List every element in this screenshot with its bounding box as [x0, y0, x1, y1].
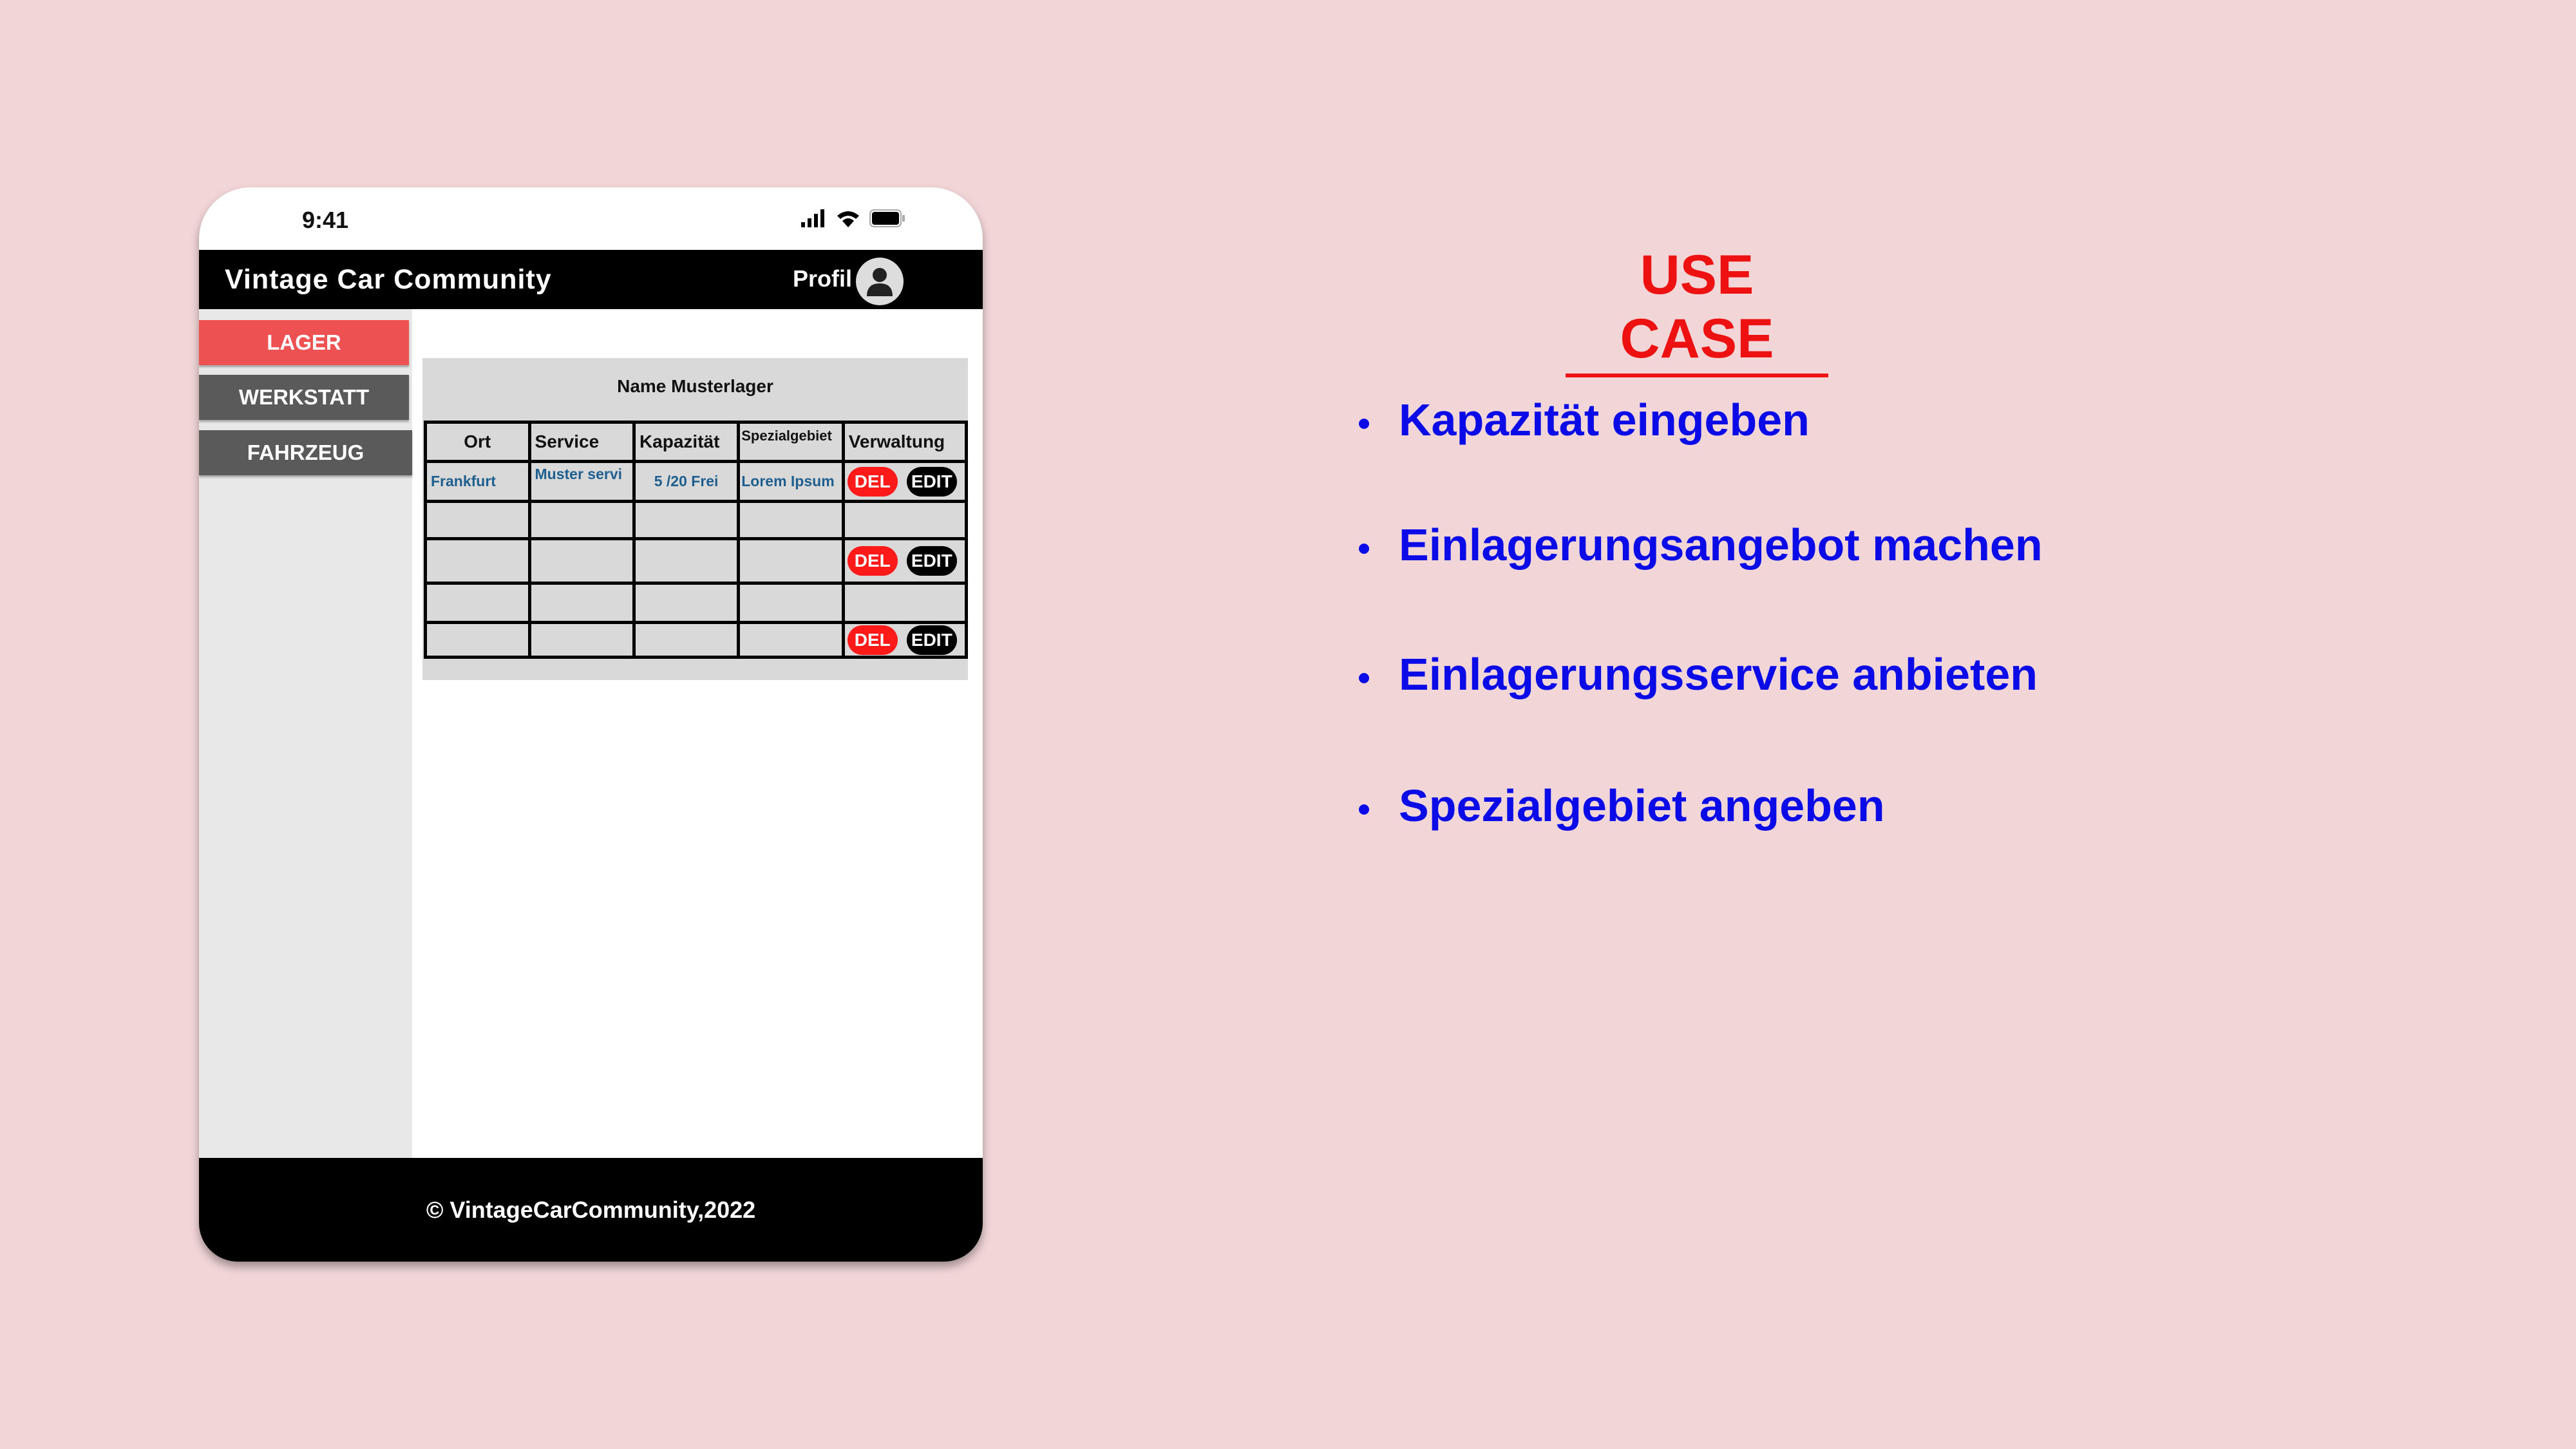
wifi-icon: [837, 211, 859, 227]
footer: © VintageCarCommunity,2022: [199, 1158, 983, 1262]
profile-link[interactable]: Profil: [793, 265, 852, 292]
use-case-item: Kapazität eingeben: [1359, 394, 1810, 446]
col-ort: Ort: [424, 421, 531, 463]
cell: [527, 582, 636, 624]
use-case-item: Einlagerungsservice anbieten: [1359, 649, 2038, 700]
col-kapazitaet: Kapazität: [632, 421, 741, 463]
sidebar-item-lager[interactable]: LAGER: [199, 320, 409, 365]
table-header: Ort Service Kapazität Spezialgebiet Verw…: [424, 421, 969, 463]
storage-name: Name Musterlager: [617, 376, 773, 396]
delete-button[interactable]: DEL: [847, 466, 898, 497]
battery-icon: [869, 209, 905, 227]
delete-button[interactable]: DEL: [847, 546, 898, 576]
cell: [737, 537, 845, 585]
phone-mockup: 9:41 Vintage Car Community Profil LAGER …: [199, 187, 983, 1262]
status-time: 9:41: [302, 207, 349, 233]
cell: [841, 500, 969, 540]
use-case-text: Kapazität eingeben: [1399, 395, 1810, 445]
table-row: DEL EDIT: [424, 537, 969, 585]
sidebar-item-werkstatt[interactable]: WERKSTATT: [199, 375, 409, 420]
use-case-item: Spezialgebiet angeben: [1359, 780, 1885, 831]
cell: [632, 537, 741, 585]
cell: [424, 537, 531, 585]
cell: [527, 500, 636, 540]
sidebar: LAGER WERKSTATT FAHRZEUG: [199, 309, 412, 1158]
cell-service: Muster servi: [527, 460, 636, 503]
col-spezialgebiet: Spezialgebiet: [737, 421, 845, 463]
app-header: Vintage Car Community Profil: [199, 250, 983, 309]
status-bar: 9:41: [199, 187, 983, 250]
table-row: DEL EDIT: [424, 621, 969, 659]
app-title: Vintage Car Community: [225, 264, 552, 295]
avatar-icon[interactable]: [856, 258, 904, 305]
cell: [737, 500, 845, 540]
cell: [632, 500, 741, 540]
cell-spezialgebiet: Lorem Ipsum: [737, 460, 845, 503]
delete-button[interactable]: DEL: [847, 625, 898, 655]
storage-table: Ort Service Kapazität Spezialgebiet Verw…: [424, 421, 969, 659]
cell: [424, 621, 531, 659]
use-case-text: Einlagerungsservice anbieten: [1399, 649, 2038, 699]
sidebar-item-fahrzeug[interactable]: FAHRZEUG: [199, 430, 412, 475]
cell-ort: Frankfurt: [424, 460, 531, 503]
col-service: Service: [527, 421, 636, 463]
table-row: Frankfurt Muster servi 5 /20 Frei Lorem …: [424, 460, 969, 503]
signal-icon: [801, 209, 824, 227]
cell: [424, 582, 531, 624]
use-case-item: Einlagerungsangebot machen: [1359, 519, 2043, 571]
use-case-title: USE CASE: [1566, 243, 1828, 377]
table-row: [424, 582, 969, 624]
storage-panel: Name Musterlager Ort Service Kapazität S…: [422, 358, 969, 680]
col-verwaltung: Verwaltung: [841, 421, 969, 463]
edit-button[interactable]: EDIT: [906, 466, 957, 497]
bullet-icon: [1359, 804, 1369, 815]
use-case-text: Spezialgebiet angeben: [1399, 781, 1885, 831]
edit-button[interactable]: EDIT: [906, 625, 957, 655]
bullet-icon: [1359, 418, 1369, 429]
cell: [841, 582, 969, 624]
cell: [527, 621, 636, 659]
cell: [527, 537, 636, 585]
bullet-icon: [1359, 543, 1369, 554]
cell: [632, 621, 741, 659]
edit-button[interactable]: EDIT: [906, 546, 957, 576]
cell: [632, 582, 741, 624]
bullet-icon: [1359, 672, 1369, 683]
cell-kapazitaet: 5 /20 Frei: [632, 460, 741, 503]
cell: [737, 621, 845, 659]
cell: [737, 582, 845, 624]
use-case-text: Einlagerungsangebot machen: [1399, 520, 2043, 570]
cell: [424, 500, 531, 540]
table-row: [424, 500, 969, 540]
